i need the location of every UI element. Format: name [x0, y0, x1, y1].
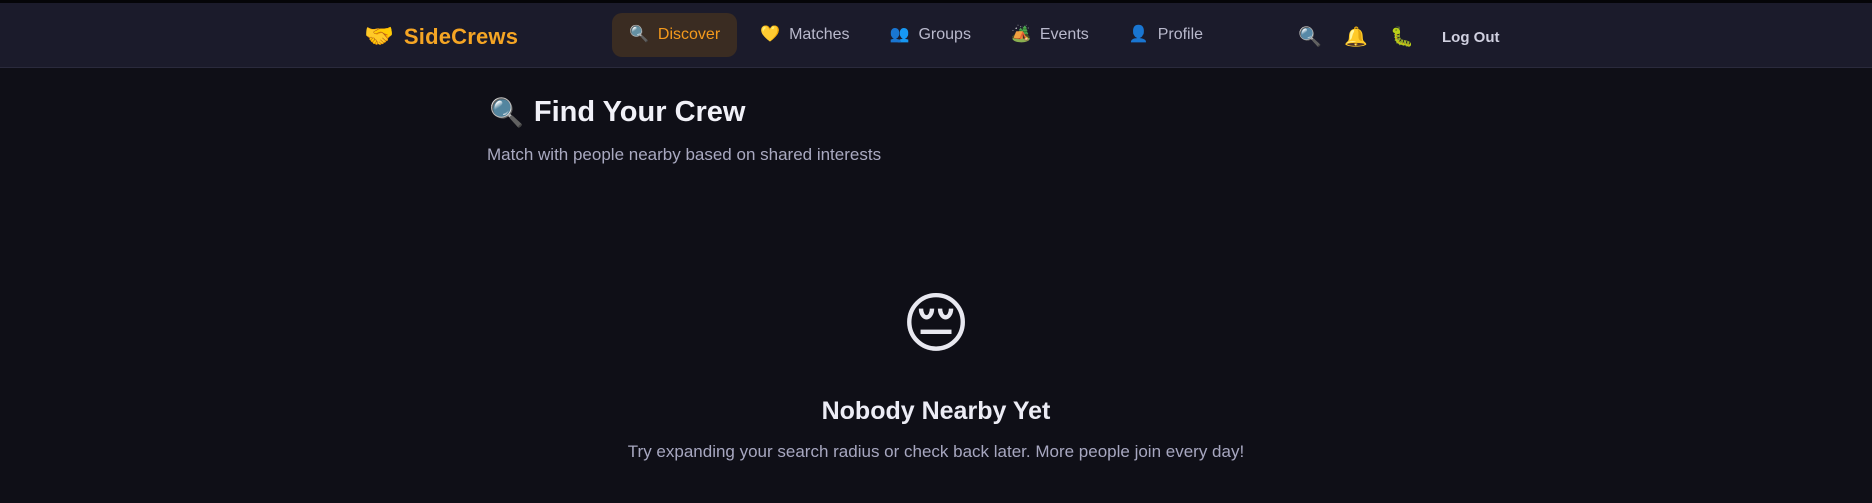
nav-item-events[interactable]: 🏕️ Events	[994, 13, 1106, 57]
person-icon: 👤	[1128, 26, 1149, 43]
main-nav: 🔍 Discover 💛 Matches 👥 Groups 🏕️ Events …	[612, 13, 1220, 57]
camping-icon: 🏕️	[1010, 26, 1031, 43]
nav-item-groups[interactable]: 👥 Groups	[873, 13, 988, 57]
nav-item-label: Profile	[1157, 26, 1204, 43]
nav-item-label: Discover	[657, 26, 721, 43]
nav-item-label: Groups	[918, 26, 971, 43]
search-icon[interactable]: 🔍	[1298, 28, 1322, 47]
nav-item-discover[interactable]: 🔍 Discover	[612, 13, 738, 57]
top-navigation-bar: 🤝 SideCrews 🔍 Discover 💛 Matches 👥 Group…	[0, 0, 1872, 68]
nav-item-label: Events	[1039, 26, 1089, 43]
bell-icon[interactable]: 🔔	[1344, 28, 1368, 47]
brand-logo[interactable]: 🤝 SideCrews	[364, 22, 518, 52]
pensive-face-icon: 😔	[901, 286, 971, 360]
heart-icon: 💛	[760, 26, 781, 43]
empty-state-title: Nobody Nearby Yet	[821, 397, 1051, 425]
handshake-icon: 🤝	[364, 23, 394, 50]
nav-item-profile[interactable]: 👤 Profile	[1112, 13, 1220, 57]
nav-item-matches[interactable]: 💛 Matches	[743, 13, 866, 57]
brand-name: SideCrews	[403, 24, 519, 49]
bug-icon[interactable]: 🐛	[1390, 28, 1414, 47]
empty-state-message: Try expanding your search radius or chec…	[627, 442, 1245, 461]
nav-item-label: Matches	[789, 26, 850, 43]
page-subtitle: Match with people nearby based on shared…	[487, 145, 882, 164]
magnifier-icon: 🔍	[489, 96, 524, 128]
page-title: 🔍 Find Your Crew	[489, 96, 745, 129]
header-actions: 🔍 🔔 🐛 Log Out	[1298, 21, 1499, 53]
magnifier-icon: 🔍	[629, 26, 649, 43]
page-heading: Find Your Crew	[533, 96, 746, 128]
logout-button[interactable]: Log Out	[1442, 29, 1499, 46]
people-icon: 👥	[889, 26, 910, 43]
